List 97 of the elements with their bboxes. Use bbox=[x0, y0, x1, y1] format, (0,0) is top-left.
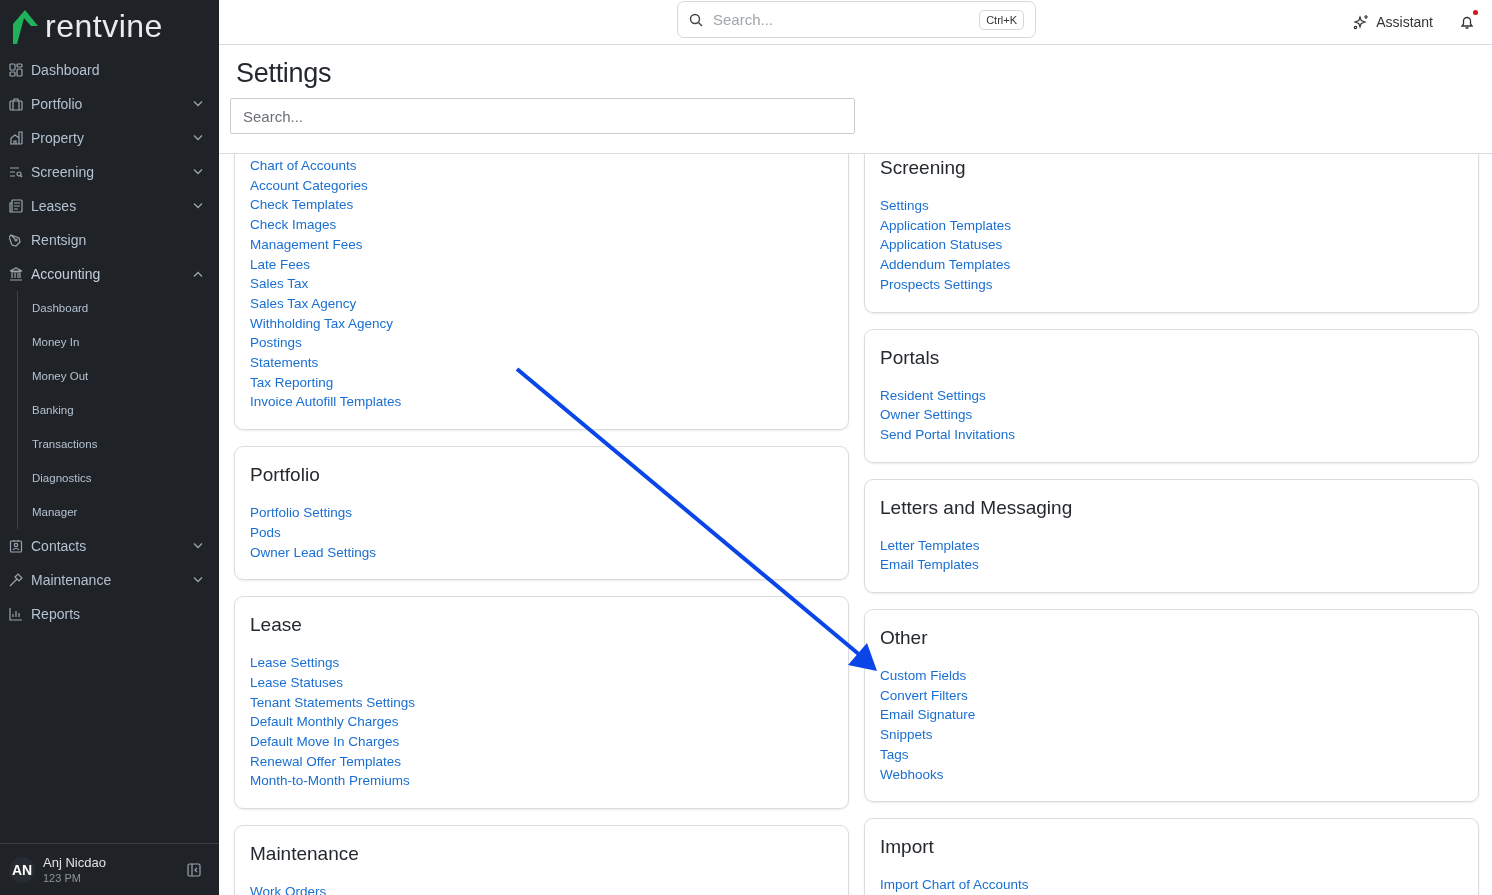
settings-link[interactable]: Resident Settings bbox=[880, 385, 986, 406]
nav-item[interactable]: Maintenance bbox=[0, 563, 219, 597]
chevron-down-icon bbox=[193, 101, 203, 107]
nav-subitem[interactable]: Money Out bbox=[18, 359, 219, 393]
settings-link[interactable]: Addendum Templates bbox=[880, 255, 1011, 275]
card-title: Import bbox=[880, 835, 935, 860]
settings-search-field[interactable]: Search... bbox=[230, 98, 855, 134]
settings-link[interactable]: Import Chart of Accounts bbox=[880, 875, 1029, 895]
settings-link[interactable]: Prospects Settings bbox=[880, 274, 993, 295]
nav-item[interactable]: Contacts bbox=[0, 529, 219, 563]
settings-link[interactable]: Owner Settings bbox=[880, 405, 973, 425]
reports-icon bbox=[9, 607, 23, 621]
chevron-down-icon bbox=[193, 543, 203, 549]
card-title: Letters and Messaging bbox=[880, 495, 1074, 520]
search-input[interactable]: Search... bbox=[711, 10, 972, 29]
settings-link[interactable]: Default Move In Charges bbox=[250, 732, 400, 752]
settings-link[interactable]: Custom Fields bbox=[880, 666, 967, 686]
chevron-down-icon bbox=[193, 203, 203, 209]
user-name: Anj Nicdao bbox=[43, 855, 107, 870]
search-icon bbox=[689, 12, 703, 27]
brand-name: rentvine bbox=[45, 8, 163, 45]
property-icon bbox=[9, 131, 23, 145]
settings-link[interactable]: Webhooks bbox=[880, 764, 944, 785]
settings-link[interactable]: Default Monthly Charges bbox=[250, 712, 399, 733]
settings-link[interactable]: Invoice Autofill Templates bbox=[250, 392, 402, 413]
settings-link[interactable]: Convert Filters bbox=[880, 685, 968, 706]
accounting-icon bbox=[9, 267, 23, 281]
settings-link[interactable]: Send Portal Invitations bbox=[880, 424, 1016, 445]
nav-subitem[interactable]: Money In bbox=[18, 325, 219, 359]
settings-link[interactable]: Renewal Offer Templates bbox=[250, 751, 402, 772]
settings-link[interactable]: Check Images bbox=[250, 215, 337, 235]
settings-link[interactable]: Application Templates bbox=[880, 215, 1012, 236]
nav-item[interactable]: Property bbox=[0, 121, 219, 155]
settings-link[interactable]: Lease Settings bbox=[250, 653, 340, 673]
dashboard-icon bbox=[9, 63, 23, 77]
settings-link[interactable]: Check Templates bbox=[250, 195, 354, 216]
settings-link[interactable]: Settings bbox=[880, 196, 929, 216]
settings-link[interactable]: Late Fees bbox=[250, 254, 311, 275]
nav-item[interactable]: Dashboard bbox=[0, 53, 219, 87]
card-title: Portfolio bbox=[250, 463, 321, 488]
card-title: Screening bbox=[880, 156, 967, 180]
screening-icon bbox=[9, 165, 23, 179]
nav-subitem[interactable]: Dashboard bbox=[18, 291, 219, 325]
nav-item[interactable]: Leases bbox=[0, 189, 219, 223]
settings-link[interactable]: Snippets bbox=[880, 725, 933, 745]
settings-link[interactable]: Management Fees bbox=[250, 234, 363, 255]
settings-link[interactable]: Statements bbox=[250, 353, 319, 373]
chevron-down-icon bbox=[193, 169, 203, 175]
card-title: Lease bbox=[250, 613, 303, 638]
settings-link[interactable]: Tax Reporting bbox=[250, 372, 334, 393]
nav-item[interactable]: Reports bbox=[0, 597, 219, 631]
global-search-field[interactable]: Search... Ctrl+K bbox=[677, 1, 1036, 38]
collapse-sidebar-icon[interactable] bbox=[187, 862, 201, 877]
settings-link[interactable]: Chart of Accounts bbox=[250, 156, 357, 176]
settings-link[interactable]: Month-to-Month Premiums bbox=[250, 771, 410, 792]
nav-subitem[interactable]: Manager bbox=[18, 495, 219, 529]
settings-link[interactable]: Postings bbox=[250, 333, 302, 354]
card-title: Portals bbox=[880, 345, 941, 370]
user-subtitle: 123 PM bbox=[43, 872, 82, 884]
leaf-logo-icon bbox=[13, 9, 39, 44]
settings-link[interactable]: Pods bbox=[250, 522, 281, 543]
settings-link[interactable]: Portfolio Settings bbox=[250, 503, 353, 523]
card-title: Other bbox=[880, 626, 929, 651]
page-title: Settings bbox=[236, 58, 333, 88]
settings-link[interactable]: Account Categories bbox=[250, 175, 368, 196]
settings-link[interactable]: Application Statuses bbox=[880, 235, 1003, 256]
nav-item[interactable]: Screening bbox=[0, 155, 219, 189]
card-title: Maintenance bbox=[250, 842, 360, 867]
settings-link[interactable]: Sales Tax Agency bbox=[250, 293, 357, 314]
bell-icon bbox=[1459, 14, 1475, 30]
chevron-down-icon bbox=[193, 577, 203, 583]
rentsign-icon bbox=[9, 233, 23, 247]
chevron-up-icon bbox=[193, 271, 203, 277]
maintenance-icon bbox=[9, 573, 23, 587]
settings-link[interactable]: Withholding Tax Agency bbox=[250, 313, 394, 334]
nav-subitem[interactable]: Banking bbox=[18, 393, 219, 427]
nav-subitem[interactable]: Transactions bbox=[18, 427, 219, 461]
nav-subitem[interactable]: Diagnostics bbox=[18, 461, 219, 495]
settings-link[interactable]: Owner Lead Settings bbox=[250, 542, 377, 563]
sparkle-icon bbox=[1353, 14, 1370, 30]
shortcut-key: Ctrl+K bbox=[979, 9, 1024, 30]
settings-link[interactable]: Letter Templates bbox=[880, 535, 980, 556]
portfolio-icon bbox=[9, 97, 23, 111]
nav-item[interactable]: Rentsign bbox=[0, 223, 219, 257]
nav-item[interactable]: Accounting bbox=[0, 257, 219, 291]
avatar[interactable]: AN bbox=[9, 856, 35, 883]
assistant-button[interactable]: Assistant bbox=[1349, 10, 1437, 34]
chevron-down-icon bbox=[193, 135, 203, 141]
leases-icon bbox=[9, 199, 23, 213]
contacts-icon bbox=[9, 539, 23, 553]
settings-link[interactable]: Lease Statuses bbox=[250, 672, 344, 693]
settings-link[interactable]: Tags bbox=[880, 744, 909, 765]
settings-link[interactable]: Email Templates bbox=[880, 555, 979, 576]
settings-link[interactable]: Email Signature bbox=[880, 705, 976, 726]
settings-link[interactable]: Tenant Statements Settings bbox=[250, 692, 416, 713]
settings-link[interactable]: Sales Tax bbox=[250, 274, 309, 294]
nav-item[interactable]: Portfolio bbox=[0, 87, 219, 121]
